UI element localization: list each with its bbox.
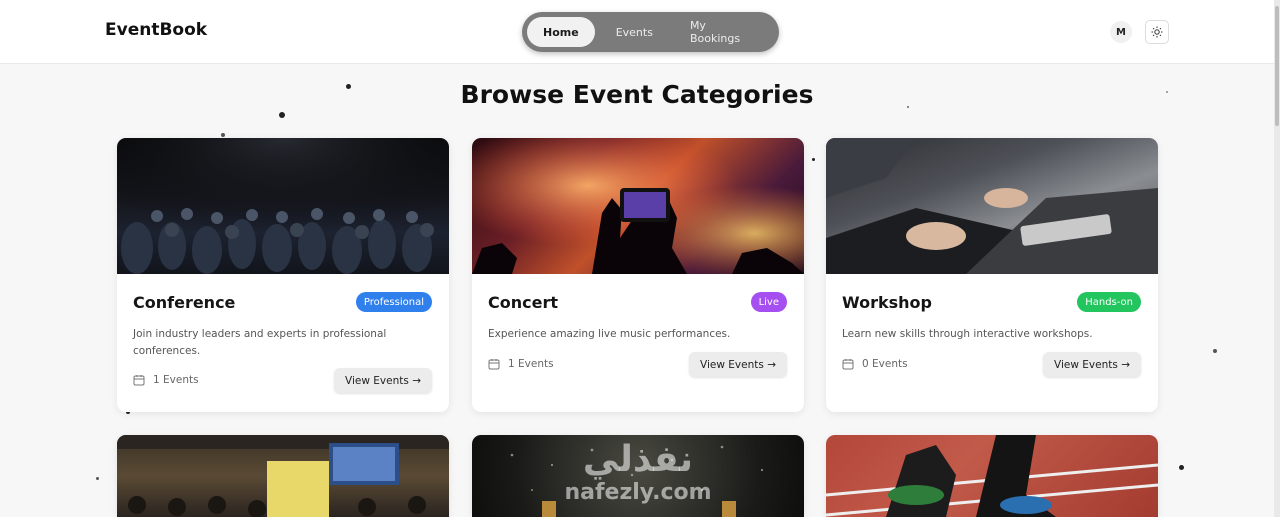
card-description: Learn new skills through interactive wor… (842, 328, 1093, 340)
category-badge: Live (750, 292, 787, 312)
view-events-button[interactable]: View Events → (689, 352, 787, 377)
card-description: Join industry leaders and experts in pro… (133, 328, 387, 357)
calendar-icon (133, 375, 145, 386)
sports-image (826, 435, 1158, 517)
card-body: Concert Live Experience amazing live mus… (472, 274, 804, 412)
particle-dot (1179, 465, 1184, 470)
conference-image (117, 138, 449, 274)
event-count: 1 Events (488, 358, 554, 370)
sun-icon (1151, 26, 1163, 38)
calendar-icon (842, 359, 854, 370)
nav-events[interactable]: Events (600, 17, 669, 47)
category-card-concert: Concert Live Experience amazing live mus… (472, 138, 804, 412)
view-events-button[interactable]: View Events → (1043, 352, 1141, 377)
card-title: Concert (488, 293, 558, 312)
main-nav: Home Events My Bookings (522, 12, 779, 52)
event-count: 0 Events (842, 358, 908, 370)
calendar-icon (488, 359, 500, 370)
page-title: Browse Event Categories (460, 80, 814, 109)
event-count-label: 1 Events (153, 374, 199, 386)
app-logo[interactable]: EventBook (105, 20, 207, 40)
scrollbar-thumb[interactable] (1275, 6, 1279, 126)
particle-dot (221, 133, 225, 137)
view-events-button[interactable]: View Events → (334, 368, 432, 393)
particle-dot (1213, 349, 1217, 353)
category-card-partial (826, 435, 1158, 517)
page-scrollbar[interactable] (1274, 0, 1280, 517)
card-title: Workshop (842, 293, 932, 312)
workshop-image (826, 138, 1158, 274)
particle-dot (96, 477, 99, 480)
category-card-workshop: Workshop Hands-on Learn new skills throu… (826, 138, 1158, 412)
card-body: Workshop Hands-on Learn new skills throu… (826, 274, 1158, 412)
category-card-partial (117, 435, 449, 517)
particle-dot (812, 158, 815, 161)
category-badge: Professional (355, 292, 432, 312)
nav-my-bookings[interactable]: My Bookings (674, 17, 774, 47)
concert-image (472, 138, 804, 274)
nav-home[interactable]: Home (527, 17, 595, 47)
user-avatar[interactable]: M (1110, 21, 1132, 43)
event-count-label: 1 Events (508, 358, 554, 370)
card-title: Conference (133, 293, 236, 312)
event-count: 1 Events (133, 374, 199, 386)
particle-dot (279, 112, 285, 118)
category-card-partial (472, 435, 804, 517)
card-body: Conference Professional Join industry le… (117, 274, 449, 412)
seminar-image (117, 435, 449, 517)
festival-image (472, 435, 804, 517)
card-description: Experience amazing live music performanc… (488, 328, 731, 340)
category-badge: Hands-on (1077, 292, 1141, 312)
top-header: EventBook Home Events My Bookings M (0, 0, 1274, 64)
category-card-conference: Conference Professional Join industry le… (117, 138, 449, 412)
theme-toggle-button[interactable] (1145, 20, 1169, 44)
event-count-label: 0 Events (862, 358, 908, 370)
